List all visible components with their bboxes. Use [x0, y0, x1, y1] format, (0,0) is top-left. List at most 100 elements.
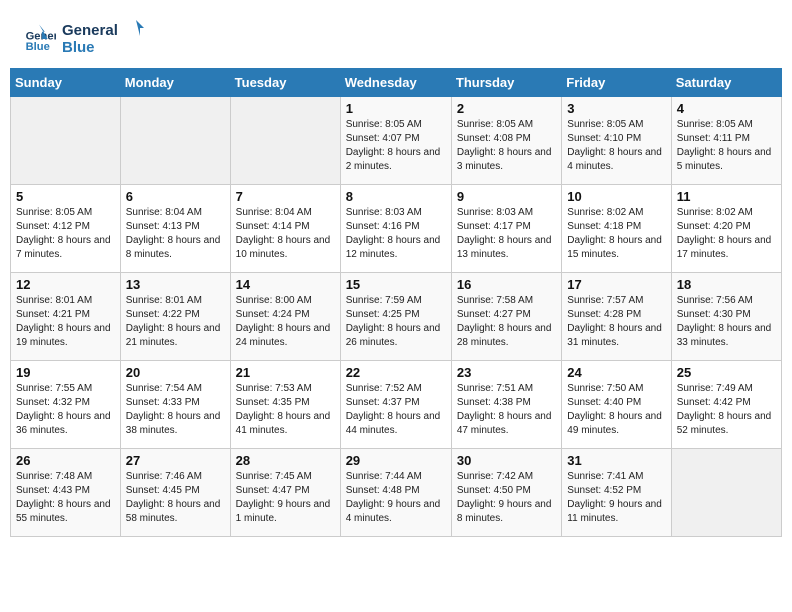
- calendar-cell: 1Sunrise: 8:05 AMSunset: 4:07 PMDaylight…: [340, 97, 451, 185]
- day-info: Sunrise: 7:45 AMSunset: 4:47 PMDaylight:…: [236, 470, 335, 526]
- day-info: Sunrise: 7:59 AMSunset: 4:25 PMDaylight:…: [346, 294, 446, 350]
- calendar-cell: 22 Sunrise: 7:52 AMSunset: 4:37 PMDayligh…: [340, 361, 451, 449]
- calendar-cell: 4Sunrise: 8:05 AMSunset: 4:11 PMDaylight…: [671, 97, 781, 185]
- column-header-sunday: Sunday: [11, 69, 121, 97]
- calendar-cell: 12Sunrise: 8:01 AMSunset: 4:21 PMDayligh…: [11, 273, 121, 361]
- day-number: 13: [126, 277, 225, 292]
- calendar-week-row: 19 Sunrise: 7:55 AMSunset: 4:32 PMDayligh…: [11, 361, 782, 449]
- day-info: Sunrise: 7:56 AMSunset: 4:30 PMDaylight:…: [677, 294, 776, 350]
- calendar-cell: 7 Sunrise: 8:04 AMSunset: 4:14 PMDaylight…: [230, 185, 340, 273]
- svg-text:Blue: Blue: [26, 41, 50, 53]
- day-info: Sunrise: 7:49 AMSunset: 4:42 PMDaylight:…: [677, 382, 776, 438]
- day-number: 19: [16, 365, 115, 380]
- day-info: Sunrise: 7:51 AMSunset: 4:38 PMDaylight:…: [457, 382, 556, 438]
- day-info: Sunrise: 8:02 AMSunset: 4:20 PMDaylight:…: [677, 206, 776, 262]
- calendar-cell: 20 Sunrise: 7:54 AMSunset: 4:33 PMDayligh…: [120, 361, 230, 449]
- day-info: Sunrise: 7:48 AMSunset: 4:43 PMDaylight:…: [16, 470, 115, 526]
- day-info: Sunrise: 7:55 AMSunset: 4:32 PMDaylight:…: [16, 382, 115, 438]
- day-info: Sunrise: 8:02 AMSunset: 4:18 PMDaylight:…: [567, 206, 665, 262]
- day-info: Sunrise: 7:44 AMSunset: 4:48 PMDaylight:…: [346, 470, 446, 526]
- day-number: 1: [346, 101, 446, 116]
- day-number: 6: [126, 189, 225, 204]
- calendar-cell: 6Sunrise: 8:04 AMSunset: 4:13 PMDaylight…: [120, 185, 230, 273]
- day-number: 9: [457, 189, 556, 204]
- day-number: 25: [677, 365, 776, 380]
- calendar-cell: 25 Sunrise: 7:49 AMSunset: 4:42 PMDayligh…: [671, 361, 781, 449]
- day-number: 14: [236, 277, 335, 292]
- day-info: Sunrise: 7:42 AMSunset: 4:50 PMDaylight:…: [457, 470, 556, 526]
- day-number: 28: [236, 453, 335, 468]
- calendar-cell: 10 Sunrise: 8:02 AMSunset: 4:18 PMDayligh…: [562, 185, 671, 273]
- calendar-cell: 21Sunrise: 7:53 AMSunset: 4:35 PMDayligh…: [230, 361, 340, 449]
- calendar-cell: 27Sunrise: 7:46 AMSunset: 4:45 PMDayligh…: [120, 449, 230, 537]
- calendar-cell: 3Sunrise: 8:05 AMSunset: 4:10 PMDaylight…: [562, 97, 671, 185]
- day-info: Sunrise: 8:05 AMSunset: 4:11 PMDaylight:…: [677, 118, 776, 174]
- column-header-tuesday: Tuesday: [230, 69, 340, 97]
- calendar-cell: 11Sunrise: 8:02 AMSunset: 4:20 PMDayligh…: [671, 185, 781, 273]
- day-info: Sunrise: 7:41 AMSunset: 4:52 PMDaylight:…: [567, 470, 665, 526]
- calendar-week-row: 12Sunrise: 8:01 AMSunset: 4:21 PMDayligh…: [11, 273, 782, 361]
- calendar-cell: [671, 449, 781, 537]
- calendar-cell: 31 Sunrise: 7:41 AMSunset: 4:52 PMDayligh…: [562, 449, 671, 537]
- day-info: Sunrise: 8:03 AMSunset: 4:16 PMDaylight:…: [346, 206, 446, 262]
- column-header-wednesday: Wednesday: [340, 69, 451, 97]
- day-info: Sunrise: 7:53 AMSunset: 4:35 PMDaylight:…: [236, 382, 335, 438]
- logo-svg: General Blue: [62, 18, 152, 58]
- calendar-table: SundayMondayTuesdayWednesdayThursdayFrid…: [10, 68, 782, 537]
- calendar-cell: 28 Sunrise: 7:45 AMSunset: 4:47 PMDayligh…: [230, 449, 340, 537]
- calendar-cell: 14 Sunrise: 8:00 AMSunset: 4:24 PMDayligh…: [230, 273, 340, 361]
- day-number: 7: [236, 189, 335, 204]
- calendar-cell: 16 Sunrise: 7:58 AMSunset: 4:27 PMDayligh…: [451, 273, 561, 361]
- svg-text:Blue: Blue: [62, 39, 95, 56]
- calendar-cell: 5Sunrise: 8:05 AMSunset: 4:12 PMDaylight…: [11, 185, 121, 273]
- day-info: Sunrise: 7:58 AMSunset: 4:27 PMDaylight:…: [457, 294, 556, 350]
- day-number: 31: [567, 453, 665, 468]
- day-number: 10: [567, 189, 665, 204]
- day-number: 17: [567, 277, 665, 292]
- calendar-cell: 23 Sunrise: 7:51 AMSunset: 4:38 PMDayligh…: [451, 361, 561, 449]
- calendar-cell: [120, 97, 230, 185]
- day-number: 26: [16, 453, 115, 468]
- day-number: 15: [346, 277, 446, 292]
- calendar-cell: [230, 97, 340, 185]
- calendar-header-row: SundayMondayTuesdayWednesdayThursdayFrid…: [11, 69, 782, 97]
- day-number: 27: [126, 453, 225, 468]
- calendar-cell: 29 Sunrise: 7:44 AMSunset: 4:48 PMDayligh…: [340, 449, 451, 537]
- calendar-week-row: 26 Sunrise: 7:48 AMSunset: 4:43 PMDayligh…: [11, 449, 782, 537]
- day-info: Sunrise: 7:54 AMSunset: 4:33 PMDaylight:…: [126, 382, 225, 438]
- calendar-week-row: 1Sunrise: 8:05 AMSunset: 4:07 PMDaylight…: [11, 97, 782, 185]
- day-number: 12: [16, 277, 115, 292]
- calendar-cell: [11, 97, 121, 185]
- logo-icon: General Blue: [24, 22, 56, 54]
- day-number: 23: [457, 365, 556, 380]
- day-number: 8: [346, 189, 446, 204]
- column-header-thursday: Thursday: [451, 69, 561, 97]
- day-number: 20: [126, 365, 225, 380]
- day-info: Sunrise: 7:57 AMSunset: 4:28 PMDaylight:…: [567, 294, 665, 350]
- calendar-cell: 19 Sunrise: 7:55 AMSunset: 4:32 PMDayligh…: [11, 361, 121, 449]
- calendar-cell: 8 Sunrise: 8:03 AMSunset: 4:16 PMDaylight…: [340, 185, 451, 273]
- svg-text:General: General: [62, 22, 118, 39]
- page-header: General Blue General Blue: [0, 0, 792, 68]
- calendar-container: SundayMondayTuesdayWednesdayThursdayFrid…: [0, 68, 792, 547]
- logo: General Blue General Blue: [24, 18, 152, 58]
- day-number: 30: [457, 453, 556, 468]
- day-info: Sunrise: 8:04 AMSunset: 4:14 PMDaylight:…: [236, 206, 335, 262]
- day-number: 22: [346, 365, 446, 380]
- column-header-monday: Monday: [120, 69, 230, 97]
- calendar-week-row: 5Sunrise: 8:05 AMSunset: 4:12 PMDaylight…: [11, 185, 782, 273]
- day-number: 18: [677, 277, 776, 292]
- day-number: 16: [457, 277, 556, 292]
- day-number: 5: [16, 189, 115, 204]
- calendar-cell: 24Sunrise: 7:50 AMSunset: 4:40 PMDayligh…: [562, 361, 671, 449]
- calendar-cell: 2Sunrise: 8:05 AMSunset: 4:08 PMDaylight…: [451, 97, 561, 185]
- day-info: Sunrise: 8:03 AMSunset: 4:17 PMDaylight:…: [457, 206, 556, 262]
- day-info: Sunrise: 7:52 AMSunset: 4:37 PMDaylight:…: [346, 382, 446, 438]
- day-number: 29: [346, 453, 446, 468]
- calendar-cell: 9 Sunrise: 8:03 AMSunset: 4:17 PMDaylight…: [451, 185, 561, 273]
- day-info: Sunrise: 8:01 AMSunset: 4:22 PMDaylight:…: [126, 294, 225, 350]
- calendar-cell: 26 Sunrise: 7:48 AMSunset: 4:43 PMDayligh…: [11, 449, 121, 537]
- column-header-friday: Friday: [562, 69, 671, 97]
- day-info: Sunrise: 8:00 AMSunset: 4:24 PMDaylight:…: [236, 294, 335, 350]
- day-info: Sunrise: 8:05 AMSunset: 4:10 PMDaylight:…: [567, 118, 665, 174]
